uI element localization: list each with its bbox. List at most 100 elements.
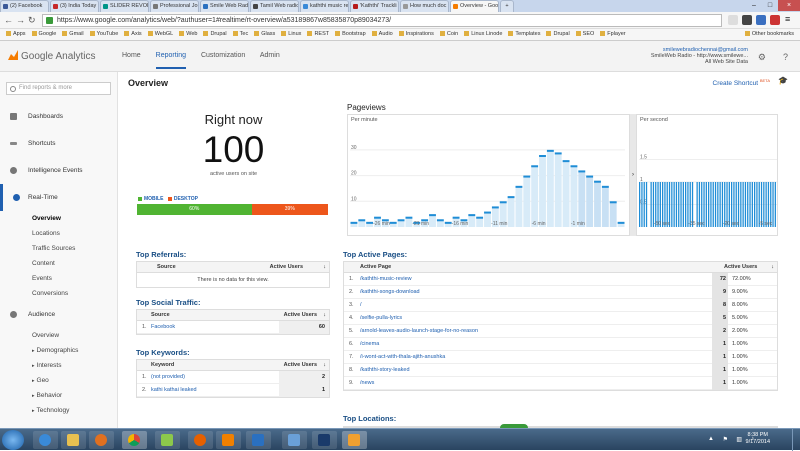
bookmark-item[interactable]: Drupal	[203, 29, 227, 40]
bookmark-item[interactable]: Templates	[508, 29, 540, 40]
url-field[interactable]: https://www.google.com/analytics/web/?au…	[42, 14, 722, 27]
sidebar-item-rt-content[interactable]: Content	[0, 256, 117, 271]
help-icon[interactable]: ?	[783, 52, 788, 62]
bookmark-item[interactable]: Drupal	[546, 29, 570, 40]
close-icon[interactable]: ×	[778, 0, 800, 11]
browser-tab[interactable]: (3) India Today	[50, 0, 99, 12]
taskbar-vlc-icon[interactable]	[216, 431, 241, 449]
forward-icon[interactable]: →	[16, 15, 25, 25]
nav-admin[interactable]: Admin	[260, 52, 280, 59]
taskbar-firefox-icon[interactable]	[188, 431, 213, 449]
row-link[interactable]: kathi kathai leaked	[151, 384, 197, 397]
nav-customization[interactable]: Customization	[201, 52, 245, 59]
graduation-cap-icon[interactable]: 🎓	[778, 76, 788, 85]
sidebar-item-rt-traffic-sources[interactable]: Traffic Sources	[0, 241, 117, 256]
tray-flag-icon[interactable]: ⚑	[723, 436, 728, 443]
sidebar-item-dashboards[interactable]: Dashboards	[0, 103, 117, 130]
sort-down-icon[interactable]: ↓	[323, 310, 326, 321]
other-bookmarks[interactable]: Other bookmarks	[744, 29, 794, 40]
sidebar-item-aud-overview[interactable]: Overview	[0, 328, 117, 343]
sidebar-item-rt-overview[interactable]: Overview	[0, 211, 117, 226]
page-link[interactable]: /kaththi-songs-download	[360, 286, 420, 299]
page-link[interactable]: /news	[360, 377, 374, 390]
maximize-icon[interactable]: □	[762, 0, 778, 11]
create-shortcut-link[interactable]: Create Shortcut BETA	[713, 78, 771, 87]
sidebar-item-rt-events[interactable]: Events	[0, 271, 117, 286]
bookmark-item[interactable]: Coin	[439, 29, 458, 40]
sort-down-icon[interactable]: ↓	[323, 262, 326, 273]
sidebar-item-aud-interests[interactable]: ▸ Interests	[0, 358, 117, 373]
bookmark-item[interactable]: Tec	[232, 29, 248, 40]
gear-icon[interactable]: ⚙	[758, 52, 766, 63]
browser-tab[interactable]: Tamil Web radio	[250, 0, 299, 12]
bookmark-item[interactable]: Linux	[281, 29, 301, 40]
page-link[interactable]: /selfie-pulla-lyrics	[360, 312, 402, 325]
back-icon[interactable]: ←	[4, 15, 13, 25]
page-link[interactable]: /kaththi-music-review	[360, 273, 412, 286]
nav-home[interactable]: Home	[122, 52, 141, 59]
col-active-users[interactable]: Active Users	[270, 262, 303, 273]
taskbar-media-player-icon[interactable]	[246, 431, 271, 449]
sidebar-item-aud-technology[interactable]: ▸ Technology	[0, 403, 117, 418]
bookmark-item[interactable]: Gmail	[62, 29, 84, 40]
browser-tab[interactable]: Smile Web Radio	[200, 0, 249, 12]
page-link[interactable]: /cinema	[360, 338, 379, 351]
sidebar-item-rt-conversions[interactable]: Conversions	[0, 286, 117, 301]
find-reports-input[interactable]: Find reports & more	[6, 82, 111, 95]
bookmark-item[interactable]: WebGL	[147, 29, 173, 40]
row-link[interactable]: Facebook	[151, 321, 175, 334]
bookmark-item[interactable]: Linux Linode	[464, 29, 502, 40]
sidebar-item-real-time[interactable]: Real-Time	[0, 184, 117, 211]
taskbar-ie-icon[interactable]	[33, 431, 58, 449]
bookmark-item[interactable]: Inspirations	[398, 29, 434, 40]
tray-arrow-icon[interactable]: ▲	[708, 436, 714, 442]
star-icon[interactable]	[728, 15, 738, 25]
ga-logo[interactable]: Google Analytics	[8, 50, 96, 62]
bookmark-item[interactable]: Audio	[371, 29, 393, 40]
row-link[interactable]: (not provided)	[151, 371, 185, 384]
show-desktop-button[interactable]	[792, 429, 800, 451]
account-info[interactable]: smilewebradiochennai@gmail.com SmileWeb …	[651, 47, 748, 65]
taskbar-photoshop-icon[interactable]	[312, 431, 337, 449]
col-active-users[interactable]: Active Users	[284, 310, 317, 321]
taskbar-chrome-icon[interactable]	[122, 431, 147, 449]
bookmark-item[interactable]: Apps	[6, 29, 26, 40]
bookmark-item[interactable]: Bootstrap	[335, 29, 366, 40]
browser-tab[interactable]: Overview - Goog	[450, 0, 499, 12]
browser-tab[interactable]: SLIDER REVOLUT	[100, 0, 149, 12]
taskbar-app-icon[interactable]	[155, 431, 180, 449]
page-link[interactable]: /i-wont-act-with-thala-ajith-anushka	[360, 351, 445, 364]
page-link[interactable]: /arnold-leaves-audio-launch-stage-for-no…	[360, 325, 478, 338]
taskbar-explorer-icon[interactable]	[61, 431, 86, 449]
sidebar-item-aud-behavior[interactable]: ▸ Behavior	[0, 388, 117, 403]
col-active-page[interactable]: Active Page	[360, 262, 391, 273]
col-source[interactable]: Source	[151, 310, 170, 321]
new-tab-button[interactable]: +	[500, 0, 514, 12]
taskbar-virtualbox-icon[interactable]	[282, 431, 307, 449]
browser-tab[interactable]: (2) Facebook	[0, 0, 49, 12]
page-link[interactable]: /kaththi-story-leaked	[360, 364, 410, 377]
sort-down-icon[interactable]: ↓	[771, 262, 774, 273]
browser-tab[interactable]: How much doc	[400, 0, 449, 12]
col-active-users[interactable]: Active Users	[284, 360, 317, 371]
reload-icon[interactable]: ↻	[28, 15, 36, 26]
taskbar-clock[interactable]: 8:38 PM 9/17/2014	[746, 432, 770, 446]
bookmark-item[interactable]: Glass	[254, 29, 275, 40]
extension-icon[interactable]	[756, 15, 766, 25]
tray-network-icon[interactable]: ▥	[736, 436, 742, 443]
extension-icon[interactable]	[742, 15, 752, 25]
menu-icon[interactable]: ≡	[785, 15, 795, 25]
sidebar-item-rt-locations[interactable]: Locations	[0, 226, 117, 241]
sidebar-item-aud-geo[interactable]: ▸ Geo	[0, 373, 117, 388]
taskbar-media-icon[interactable]	[89, 431, 114, 449]
sidebar-item-shortcuts[interactable]: Shortcuts	[0, 130, 117, 157]
sidebar-item-intelligence-events[interactable]: Intelligence Events	[0, 157, 117, 184]
extension-icon[interactable]	[770, 15, 780, 25]
taskbar-sublime-icon[interactable]	[342, 431, 367, 449]
bookmark-item[interactable]: REST	[307, 29, 329, 40]
bookmark-item[interactable]: SEO	[575, 29, 594, 40]
bookmark-item[interactable]: Google	[31, 29, 56, 40]
col-keyword[interactable]: Keyword	[151, 360, 174, 371]
sidebar-item-audience[interactable]: Audience	[0, 301, 117, 328]
browser-tab[interactable]: 'Kaththi' Trackli	[350, 0, 399, 12]
